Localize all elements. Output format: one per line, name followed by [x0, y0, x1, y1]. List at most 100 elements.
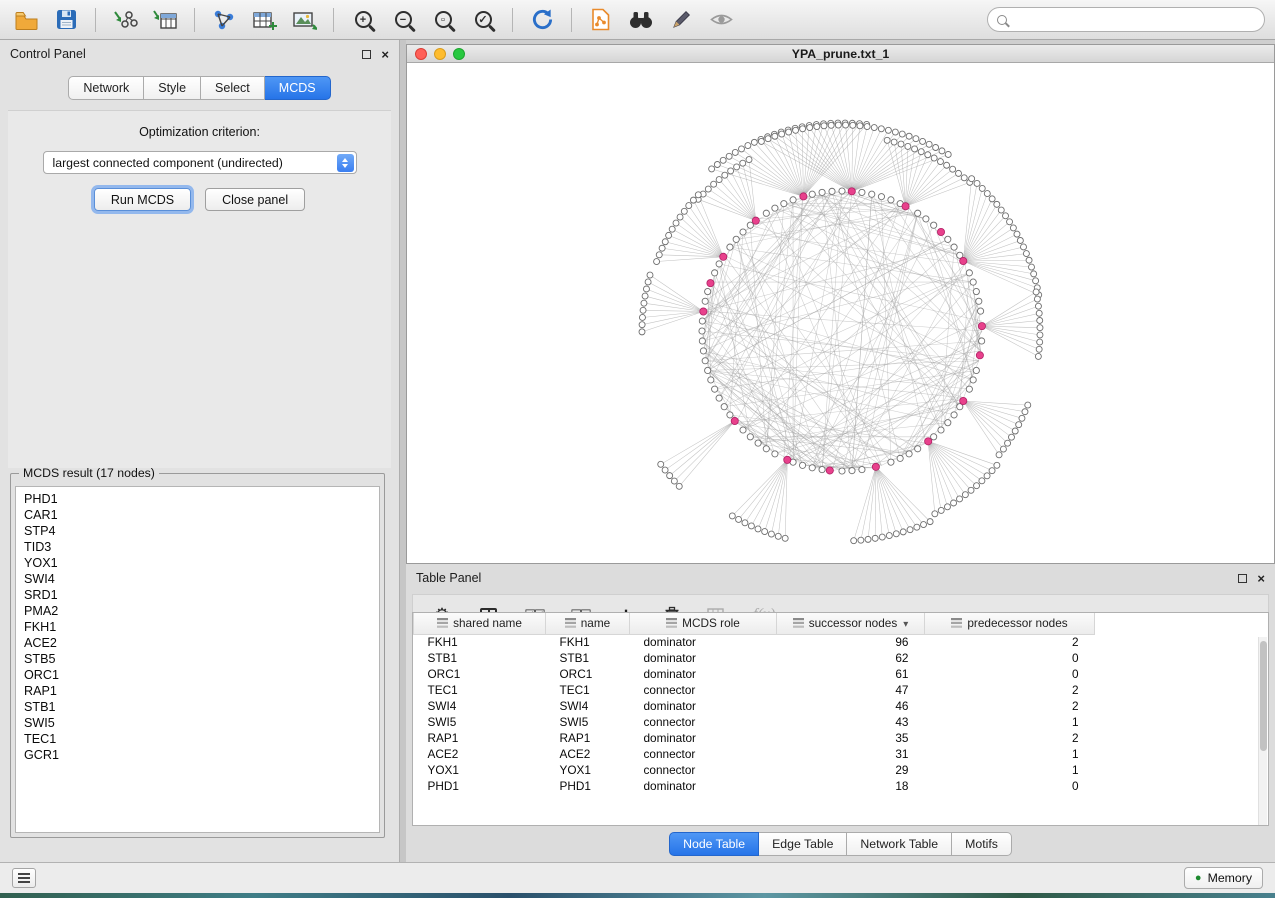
- zoom-selected-icon[interactable]: ✓: [467, 5, 499, 35]
- table-cell[interactable]: FKH1: [546, 634, 630, 650]
- col-header-successor-nodes[interactable]: successor nodes▾: [777, 613, 925, 634]
- table-cell[interactable]: PHD1: [546, 778, 630, 794]
- maximize-window-icon[interactable]: [453, 48, 465, 60]
- tab-node-table[interactable]: Node Table: [669, 832, 759, 856]
- new-table-icon[interactable]: [248, 5, 280, 35]
- table-cell[interactable]: PHD1: [414, 778, 546, 794]
- mcds-result-item[interactable]: YOX1: [24, 555, 379, 571]
- hide-details-icon[interactable]: [705, 5, 737, 35]
- table-cell[interactable]: 0: [925, 650, 1095, 666]
- table-cell[interactable]: 2: [925, 682, 1095, 698]
- open-session-icon[interactable]: [10, 5, 42, 35]
- mcds-result-item[interactable]: ACE2: [24, 635, 379, 651]
- mcds-result-item[interactable]: PMA2: [24, 603, 379, 619]
- float-table-panel-icon[interactable]: [1238, 574, 1247, 583]
- table-cell[interactable]: SWI4: [546, 698, 630, 714]
- mcds-result-item[interactable]: SWI5: [24, 715, 379, 731]
- table-row[interactable]: YOX1YOX1connector291: [414, 762, 1095, 778]
- mcds-result-item[interactable]: GCR1: [24, 747, 379, 763]
- mcds-result-item[interactable]: SRD1: [24, 587, 379, 603]
- table-cell[interactable]: 29: [777, 762, 925, 778]
- close-window-icon[interactable]: [415, 48, 427, 60]
- tab-mcds[interactable]: MCDS: [265, 76, 331, 100]
- table-cell[interactable]: ACE2: [414, 746, 546, 762]
- table-cell[interactable]: dominator: [630, 778, 777, 794]
- mcds-result-item[interactable]: CAR1: [24, 507, 379, 523]
- table-cell[interactable]: TEC1: [546, 682, 630, 698]
- table-cell[interactable]: 62: [777, 650, 925, 666]
- table-cell[interactable]: FKH1: [414, 634, 546, 650]
- table-cell[interactable]: dominator: [630, 650, 777, 666]
- table-cell[interactable]: YOX1: [546, 762, 630, 778]
- search-box[interactable]: [987, 7, 1265, 32]
- mcds-result-item[interactable]: STB5: [24, 651, 379, 667]
- table-cell[interactable]: 46: [777, 698, 925, 714]
- table-cell[interactable]: 0: [925, 666, 1095, 682]
- import-table-icon[interactable]: [149, 5, 181, 35]
- table-cell[interactable]: 2: [925, 634, 1095, 650]
- table-cell[interactable]: ACE2: [546, 746, 630, 762]
- table-cell[interactable]: 2: [925, 730, 1095, 746]
- tab-motifs[interactable]: Motifs: [952, 832, 1012, 856]
- apply-layout-icon[interactable]: [526, 5, 558, 35]
- table-row[interactable]: FKH1FKH1dominator962: [414, 634, 1095, 650]
- col-header-name[interactable]: name: [546, 613, 630, 634]
- table-cell[interactable]: 35: [777, 730, 925, 746]
- mcds-result-item[interactable]: FKH1: [24, 619, 379, 635]
- table-cell[interactable]: connector: [630, 714, 777, 730]
- save-session-icon[interactable]: [50, 5, 82, 35]
- table-cell[interactable]: SWI5: [546, 714, 630, 730]
- zoom-fit-icon[interactable]: ▫: [427, 5, 459, 35]
- mcds-result-item[interactable]: PHD1: [24, 491, 379, 507]
- import-network-icon[interactable]: [109, 5, 141, 35]
- tab-network[interactable]: Network: [68, 76, 144, 100]
- table-cell[interactable]: YOX1: [414, 762, 546, 778]
- table-cell[interactable]: connector: [630, 682, 777, 698]
- annotation-mode-icon[interactable]: [665, 5, 697, 35]
- table-cell[interactable]: dominator: [630, 666, 777, 682]
- table-row[interactable]: TEC1TEC1connector472: [414, 682, 1095, 698]
- col-header-mcds-role[interactable]: MCDS role: [630, 613, 777, 634]
- close-panel-icon[interactable]: ×: [381, 48, 389, 61]
- table-cell[interactable]: RAP1: [546, 730, 630, 746]
- table-row[interactable]: PHD1PHD1dominator180: [414, 778, 1095, 794]
- table-cell[interactable]: 1: [925, 762, 1095, 778]
- table-row[interactable]: SWI4SWI4dominator462: [414, 698, 1095, 714]
- sort-indicator-icon[interactable]: ▾: [903, 619, 908, 630]
- table-cell[interactable]: connector: [630, 746, 777, 762]
- table-cell[interactable]: RAP1: [414, 730, 546, 746]
- table-cell[interactable]: dominator: [630, 634, 777, 650]
- table-row[interactable]: ACE2ACE2connector311: [414, 746, 1095, 762]
- tab-style[interactable]: Style: [144, 76, 201, 100]
- run-mcds-button[interactable]: Run MCDS: [94, 188, 191, 211]
- col-header-predecessor-nodes[interactable]: predecessor nodes: [925, 613, 1095, 634]
- mcds-result-item[interactable]: TID3: [24, 539, 379, 555]
- table-cell[interactable]: dominator: [630, 730, 777, 746]
- column-menu-icon[interactable]: [565, 617, 576, 631]
- table-cell[interactable]: 0: [925, 778, 1095, 794]
- table-cell[interactable]: 2: [925, 698, 1095, 714]
- table-cell[interactable]: STB1: [546, 650, 630, 666]
- close-panel-button[interactable]: Close panel: [205, 188, 305, 211]
- show-panels-button[interactable]: [12, 868, 36, 888]
- mcds-result-item[interactable]: STP4: [24, 523, 379, 539]
- table-cell[interactable]: 1: [925, 714, 1095, 730]
- table-cell[interactable]: SWI4: [414, 698, 546, 714]
- zoom-out-icon[interactable]: −: [387, 5, 419, 35]
- scrollbar-thumb[interactable]: [1260, 641, 1267, 751]
- table-scrollbar[interactable]: [1258, 637, 1267, 825]
- table-cell[interactable]: 18: [777, 778, 925, 794]
- table-row[interactable]: STB1STB1dominator620: [414, 650, 1095, 666]
- minimize-window-icon[interactable]: [434, 48, 446, 60]
- zoom-in-icon[interactable]: +: [347, 5, 379, 35]
- table-cell[interactable]: 96: [777, 634, 925, 650]
- optimization-criterion-select[interactable]: largest connected component (undirected): [43, 151, 357, 174]
- search-input[interactable]: [1013, 13, 1255, 27]
- mcds-result-item[interactable]: TEC1: [24, 731, 379, 747]
- network-canvas[interactable]: [407, 63, 1274, 563]
- table-cell[interactable]: STB1: [414, 650, 546, 666]
- export-image-icon[interactable]: [288, 5, 320, 35]
- table-cell[interactable]: 47: [777, 682, 925, 698]
- tab-select[interactable]: Select: [201, 76, 265, 100]
- column-menu-icon[interactable]: [793, 617, 804, 631]
